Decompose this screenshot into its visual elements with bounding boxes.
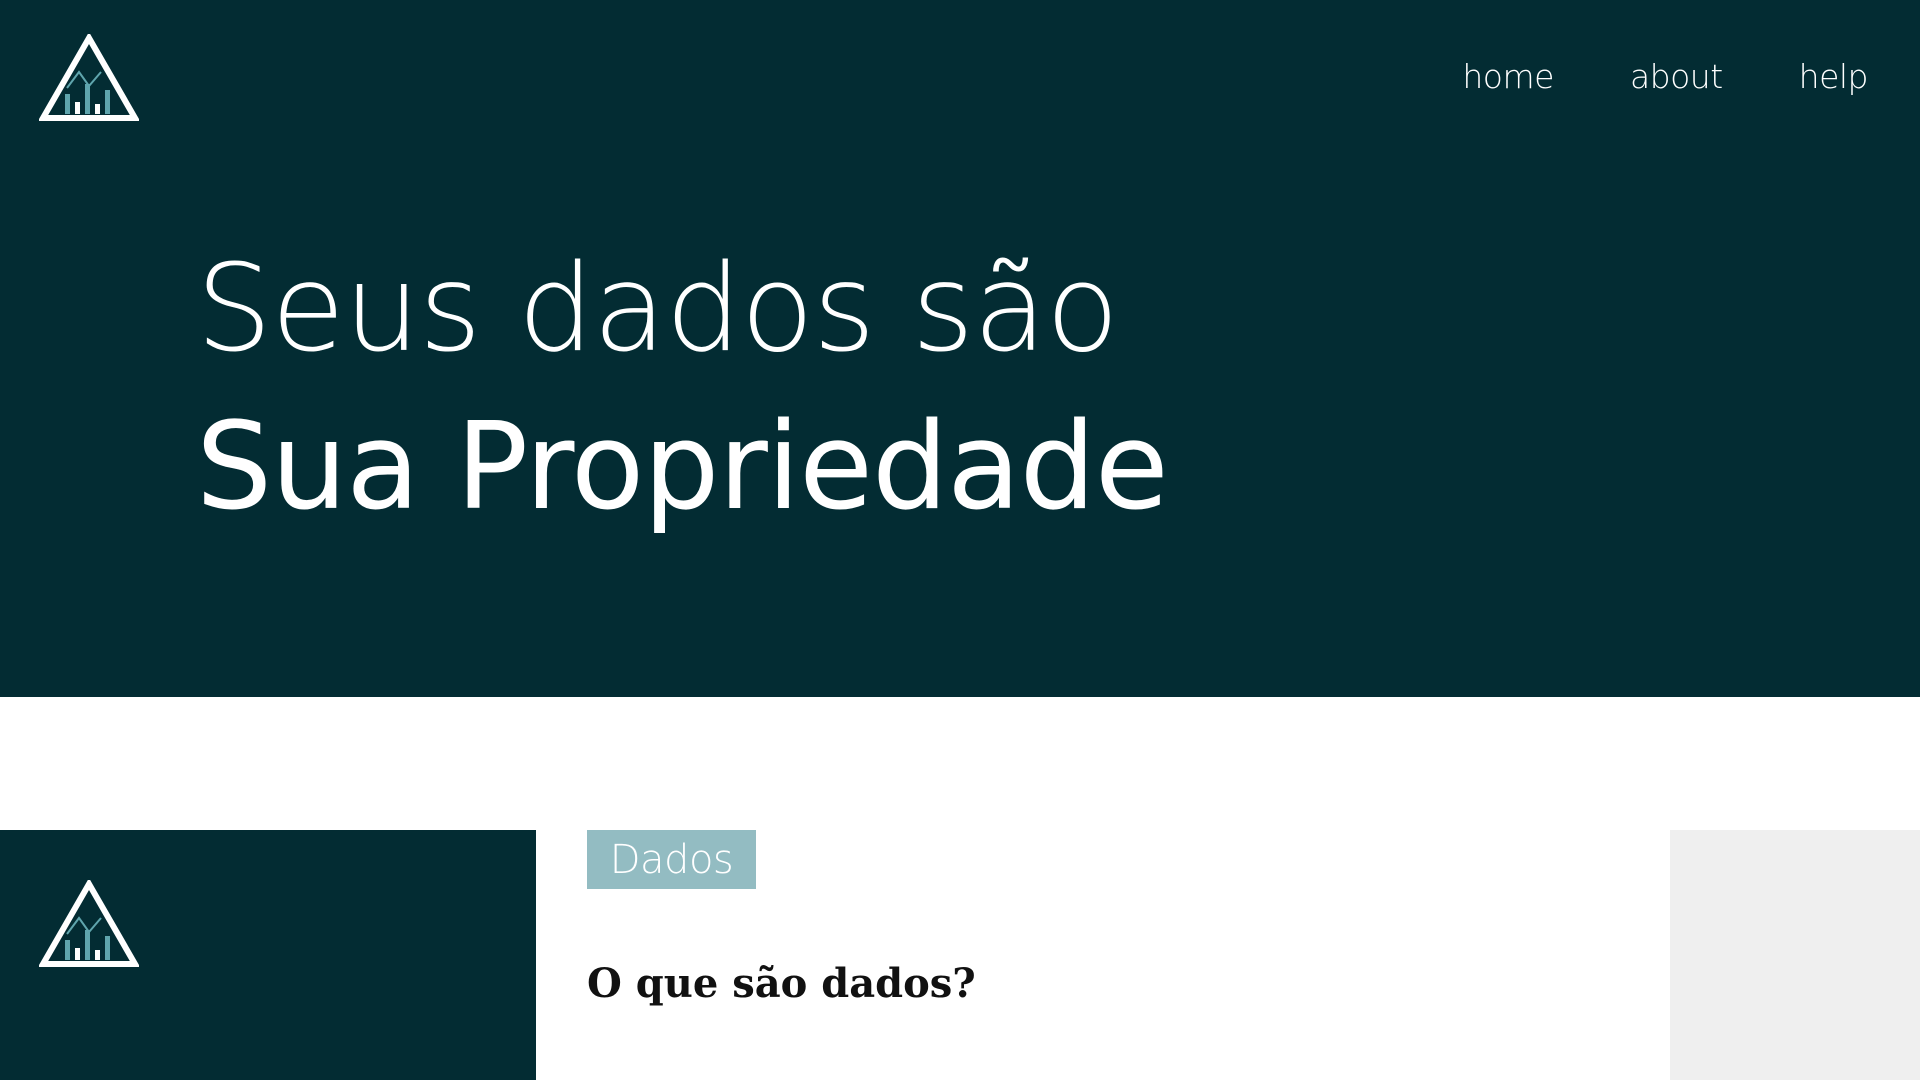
hero-heading-line-2: Sua Propriedade bbox=[196, 398, 1169, 537]
logo-icon bbox=[39, 880, 139, 968]
category-tag: Dados bbox=[587, 830, 756, 889]
right-panel bbox=[1670, 830, 1920, 1080]
sidebar-panel bbox=[0, 830, 536, 1080]
section-heading: O que são dados? bbox=[587, 960, 976, 1007]
nav-link-help[interactable]: help bbox=[1799, 57, 1869, 96]
hero-section: home about help Seus dados são Sua Propr… bbox=[0, 0, 1920, 697]
logo-icon[interactable] bbox=[39, 34, 139, 122]
main-nav: home about help bbox=[1462, 57, 1868, 96]
nav-link-about[interactable]: about bbox=[1630, 57, 1723, 96]
nav-link-home[interactable]: home bbox=[1462, 57, 1554, 96]
hero-heading-line-1: Seus dados são bbox=[196, 240, 1119, 379]
